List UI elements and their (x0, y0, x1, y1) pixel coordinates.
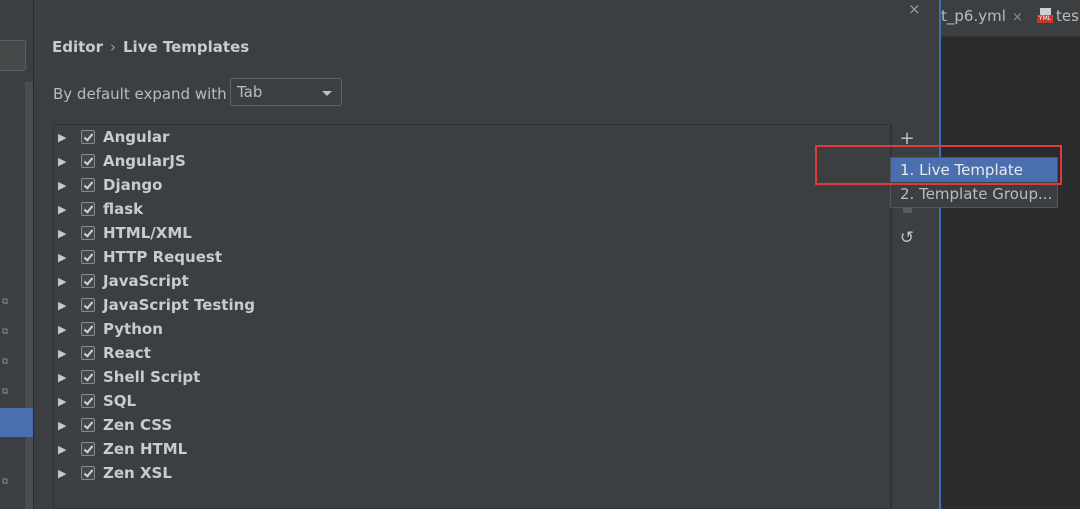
tree-row[interactable]: ▶ Python (54, 318, 890, 342)
checkbox[interactable] (81, 154, 95, 168)
tree-row[interactable]: ▶ Angular (54, 126, 890, 150)
copy-icon: ⧉ (2, 477, 9, 487)
menu-item-live-template[interactable]: 1. Live Template (891, 158, 1057, 182)
checkbox[interactable] (81, 370, 95, 384)
tab-label: t_p6.yml (941, 7, 1006, 25)
sidebar-search-field[interactable] (0, 40, 26, 71)
tree-row-label: JavaScript (103, 272, 189, 290)
triangle-right-icon[interactable]: ▶ (58, 203, 66, 216)
tree-row[interactable]: ▶ flask (54, 198, 890, 222)
menu-item-template-group[interactable]: 2. Template Group... (891, 182, 1057, 206)
panel-divider (33, 0, 34, 509)
triangle-right-icon[interactable]: ▶ (58, 227, 66, 240)
checkbox[interactable] (81, 346, 95, 360)
breadcrumb-current: Live Templates (123, 38, 250, 56)
add-menu-popup: 1. Live Template 2. Template Group... (890, 157, 1058, 208)
checkbox[interactable] (81, 418, 95, 432)
tab-label: tes (1056, 7, 1079, 25)
tree-row-label: SQL (103, 392, 137, 410)
triangle-right-icon[interactable]: ▶ (58, 395, 66, 408)
breadcrumb-parent[interactable]: Editor (52, 38, 103, 56)
breadcrumb: Editor › Live Templates (52, 38, 249, 56)
editor-tab[interactable]: t_p6.yml × (941, 7, 1023, 25)
tree-row-label: Python (103, 320, 163, 338)
triangle-right-icon[interactable]: ▶ (58, 443, 66, 456)
close-icon[interactable]: × (908, 0, 921, 18)
close-icon[interactable]: × (1012, 10, 1023, 25)
tree-row-label: AngularJS (103, 152, 186, 170)
tree-row-label: Zen XSL (103, 464, 172, 482)
tree-row-label: HTTP Request (103, 248, 222, 266)
editor-tab[interactable]: YML tes (1037, 7, 1079, 25)
tree-row[interactable]: ▶ Zen XSL (54, 462, 890, 486)
tree-row-label: React (103, 344, 151, 362)
tree-row[interactable]: ▶ Shell Script (54, 366, 890, 390)
tree-row[interactable]: ▶ Zen HTML (54, 438, 890, 462)
triangle-right-icon[interactable]: ▶ (58, 131, 66, 144)
checkbox[interactable] (81, 442, 95, 456)
tree-row-label: Django (103, 176, 163, 194)
tree-row[interactable]: ▶ HTML/XML (54, 222, 890, 246)
checkbox[interactable] (81, 130, 95, 144)
plus-icon: + (899, 128, 915, 149)
checkbox[interactable] (81, 250, 95, 264)
add-button[interactable]: + (897, 129, 917, 149)
checkbox[interactable] (81, 226, 95, 240)
triangle-right-icon[interactable]: ▶ (58, 155, 66, 168)
checkbox[interactable] (81, 202, 95, 216)
triangle-right-icon[interactable]: ▶ (58, 467, 66, 480)
settings-sidebar: ⧉ ⧉ ⧉ ⧉ ⧉ (0, 0, 33, 509)
triangle-right-icon[interactable]: ▶ (58, 419, 66, 432)
tree-row[interactable]: ▶ SQL (54, 390, 890, 414)
triangle-right-icon[interactable]: ▶ (58, 323, 66, 336)
tree-row[interactable]: ▶ React (54, 342, 890, 366)
triangle-right-icon[interactable]: ▶ (58, 251, 66, 264)
tree-row-label: Zen CSS (103, 416, 173, 434)
triangle-right-icon[interactable]: ▶ (58, 179, 66, 192)
expand-with-select[interactable]: Tab (230, 78, 342, 106)
tree-row[interactable]: ▶ HTTP Request (54, 246, 890, 270)
tree-row[interactable]: ▶ Django (54, 174, 890, 198)
editor-area[interactable] (941, 0, 1080, 509)
chevron-down-icon (322, 91, 332, 96)
tree-row-label: Shell Script (103, 368, 201, 386)
tree-row-label: flask (103, 200, 144, 218)
yml-file-icon: YML (1037, 8, 1053, 24)
tree-row-label: Zen HTML (103, 440, 188, 458)
checkbox[interactable] (81, 178, 95, 192)
triangle-right-icon[interactable]: ▶ (58, 347, 66, 360)
tree-row-label: Angular (103, 128, 170, 146)
checkbox[interactable] (81, 298, 95, 312)
triangle-right-icon[interactable]: ▶ (58, 275, 66, 288)
tree-row[interactable]: ▶ AngularJS (54, 150, 890, 174)
expand-with-value: Tab (237, 83, 263, 101)
expand-with-label: By default expand with (53, 85, 227, 103)
tree-row[interactable]: ▶ JavaScript Testing (54, 294, 890, 318)
tree-row[interactable]: ▶ JavaScript (54, 270, 890, 294)
triangle-right-icon[interactable]: ▶ (58, 371, 66, 384)
triangle-right-icon[interactable]: ▶ (58, 299, 66, 312)
copy-icon: ⧉ (2, 327, 9, 337)
sidebar-item-selected[interactable] (0, 408, 33, 437)
copy-icon: ⧉ (2, 387, 9, 397)
undo-icon: ↺ (899, 228, 915, 248)
tree-row-label: HTML/XML (103, 224, 192, 242)
checkbox[interactable] (81, 466, 95, 480)
sidebar-scrollbar[interactable] (25, 82, 33, 509)
checkbox[interactable] (81, 394, 95, 408)
template-groups-tree[interactable]: ▶ Angular ▶ AngularJS ▶ Django ▶ flask ▶ HTML/XML… (53, 124, 891, 509)
copy-icon: ⧉ (2, 297, 9, 307)
editor-tab-bar: t_p6.yml × YML tes (941, 0, 1080, 37)
restore-defaults-button[interactable]: ↺ (897, 228, 917, 248)
tree-row-label: JavaScript Testing (103, 296, 256, 314)
copy-icon: ⧉ (2, 357, 9, 367)
breadcrumb-separator: › (110, 38, 116, 56)
checkbox[interactable] (81, 322, 95, 336)
tree-row[interactable]: ▶ Zen CSS (54, 414, 890, 438)
checkbox[interactable] (81, 274, 95, 288)
